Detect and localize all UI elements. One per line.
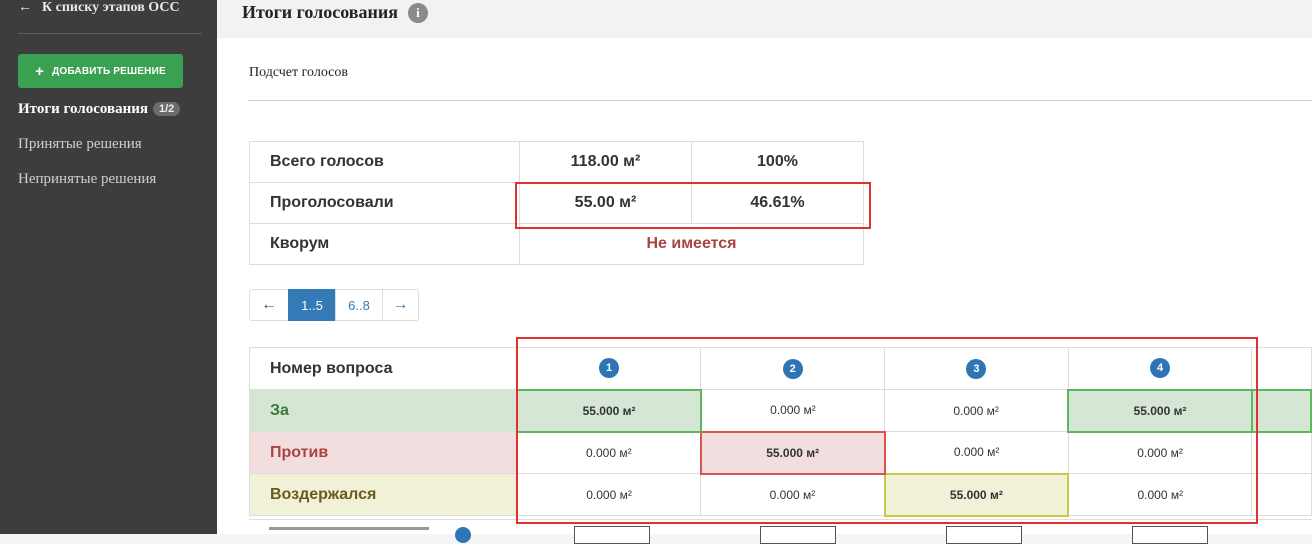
pagination-next-button[interactable]: → [382,289,419,321]
voted-label: Проголосовали [249,182,520,224]
page-title: Итоги голосования [242,2,398,22]
vote-cell: 0.000 м² [700,389,886,432]
threshold-input[interactable] [1132,526,1208,544]
voted-area: 55.00 м² [519,182,692,224]
sidebar-divider [18,33,202,34]
page-title-wrap: Итоги голосования i [242,2,428,23]
vote-cell: 0.000 м² [1067,431,1253,474]
vote-cell: 55.000 м² [883,472,1070,517]
sidebar-item-accepted-decisions[interactable]: Принятые решения [18,136,142,153]
cut-off-row-label [269,527,429,530]
question-header-cell: 1 [516,347,702,390]
pagination: ← 1..5 6..8 → [249,289,419,321]
section-subtitle: Подсчет голосов [249,65,349,80]
question-help-icon[interactable] [455,527,471,543]
sidebar-item-label: Принятые решения [18,136,142,152]
question-header-cell: 4 [1067,347,1253,390]
page-header: Итоги голосования i [217,0,1312,38]
add-decision-button[interactable]: + ДОБАВИТЬ РЕШЕНИЕ [18,54,183,88]
question-votes-table: Номер вопроса 1 2 3 4 За 55.000 м² 0.000… [249,347,1312,517]
sidebar-item-rejected-decisions[interactable]: Непринятые решения [18,171,156,188]
vote-abstain-label: Воздержался [249,473,518,516]
add-decision-label: ДОБАВИТЬ РЕШЕНИЕ [52,65,166,77]
vote-cell [1250,388,1312,433]
pagination-prev-button[interactable]: ← [249,289,289,321]
back-to-stages-link[interactable]: ← К списку этапов ОСС [18,0,180,18]
total-votes-percent: 100% [691,141,864,183]
threshold-input[interactable] [760,526,836,544]
vote-cell: 0.000 м² [516,473,702,516]
sidebar-item-label: Непринятые решения [18,171,157,187]
table-header-row: Номер вопроса 1 2 3 4 [249,347,1312,390]
vote-cell: 0.000 м² [516,431,702,474]
vote-cell: 0.000 м² [1067,473,1253,516]
count-badge: 1/2 [152,102,181,116]
pagination-page-6-8[interactable]: 6..8 [335,289,383,321]
quorum-status: Не имеется [519,223,864,265]
voted-percent: 46.61% [691,182,864,224]
vote-cell: 0.000 м² [884,431,1069,474]
vote-cell [1251,473,1312,516]
vote-for-label: За [249,389,518,432]
vote-cell: 55.000 м² [516,388,702,433]
question-number-label: Номер вопроса [249,347,518,390]
question-number-badge[interactable]: 1 [599,358,620,379]
total-votes-label: Всего голосов [249,141,520,183]
vote-summary-table: Всего голосов 118.00 м² 100% Проголосова… [249,141,864,265]
plus-icon: + [35,62,45,80]
vote-against-label: Против [249,431,518,474]
vote-cell: 0.000 м² [884,389,1069,432]
threshold-input[interactable] [946,526,1022,544]
total-votes-area: 118.00 м² [519,141,692,183]
sidebar: ← К списку этапов ОСС + ДОБАВИТЬ РЕШЕНИЕ … [0,0,217,534]
table-row: Всего голосов 118.00 м² 100% [249,141,864,183]
threshold-input[interactable] [574,526,650,544]
question-header-cell: 3 [884,347,1069,390]
question-number-badge[interactable]: 2 [782,358,803,379]
table-row: Проголосовали 55.00 м² 46.61% [249,182,864,224]
table-row: Кворум Не имеется [249,223,864,265]
quorum-label: Кворум [249,223,520,265]
sidebar-item-voting-results[interactable]: Итоги голосования 1/2 [18,101,181,118]
pagination-page-1-5[interactable]: 1..5 [288,289,336,321]
question-number-badge[interactable]: 3 [966,358,987,379]
vote-cell: 55.000 м² [1067,388,1253,433]
table-row: За 55.000 м² 0.000 м² 0.000 м² 55.000 м² [249,388,1312,433]
table-row: Воздержался 0.000 м² 0.000 м² 55.000 м² … [249,472,1312,517]
table-row: Против 0.000 м² 55.000 м² 0.000 м² 0.000… [249,430,1312,475]
section-divider [248,100,1312,101]
question-number-badge[interactable]: 4 [1150,358,1171,379]
sidebar-item-label: Итоги голосования [18,101,148,117]
arrow-left-icon: ← [18,0,32,15]
vote-cell [1251,431,1312,474]
main-content: Итоги голосования i Подсчет голосов Всег… [217,0,1312,544]
question-header-cell: 2 [700,347,886,390]
vote-cell: 0.000 м² [700,473,886,516]
cut-off-table-row [249,519,1312,544]
vote-cell: 55.000 м² [699,430,886,475]
info-icon[interactable]: i [407,2,428,23]
back-link-label: К списку этапов ОСС [42,0,180,15]
question-header-cell [1251,347,1312,390]
